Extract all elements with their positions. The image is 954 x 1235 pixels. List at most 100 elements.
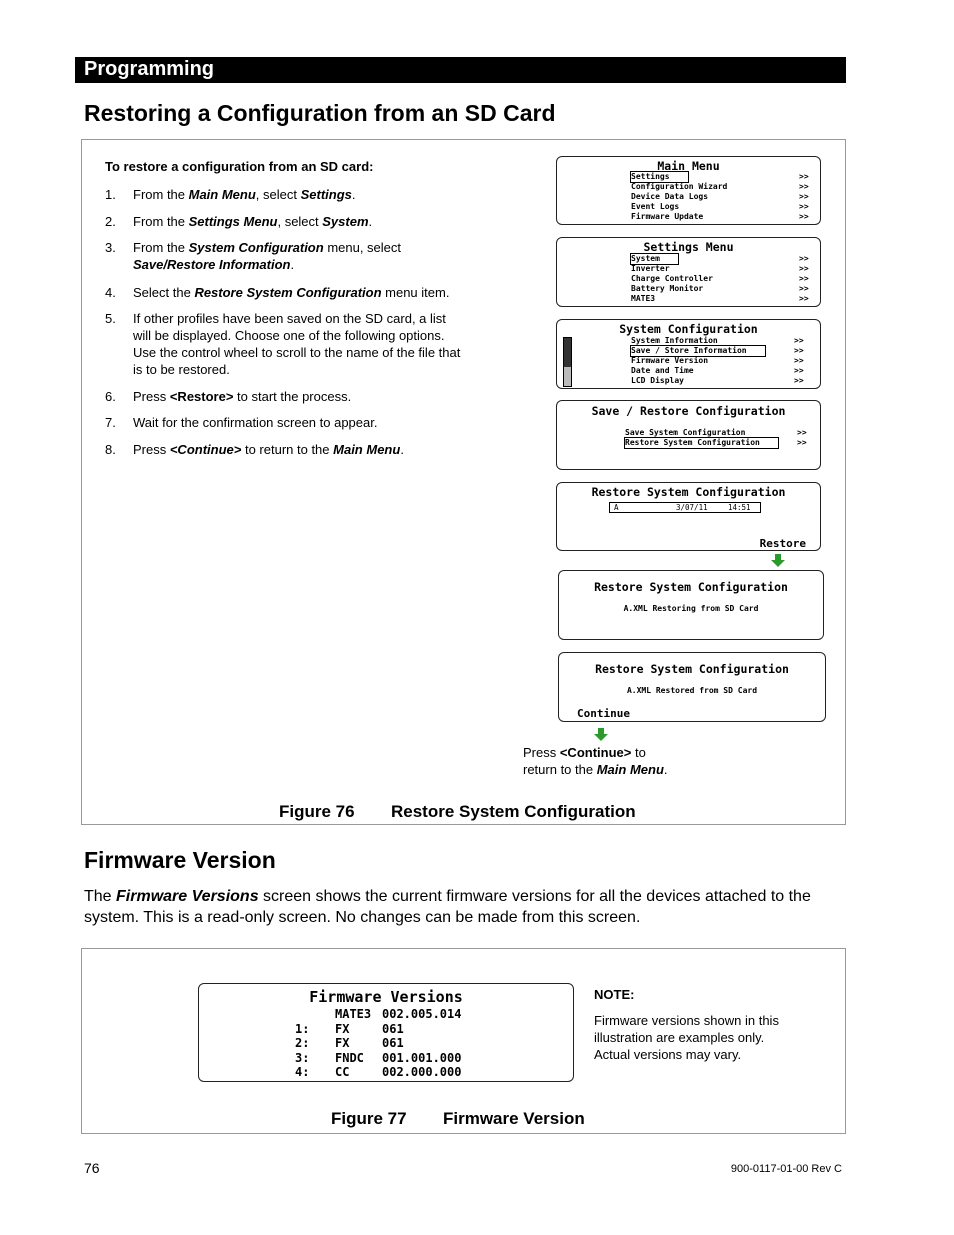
step-number: 7. <box>105 415 116 430</box>
step-number: 2. <box>105 214 116 229</box>
step-number: 8. <box>105 442 116 457</box>
firmware-paragraph: The Firmware Versions screen shows the c… <box>84 886 844 928</box>
lcd-title: Restore System Configuration <box>591 485 786 499</box>
restored-message: A.XML Restored from SD Card <box>626 686 758 695</box>
step-number: 6. <box>105 389 116 404</box>
text: . <box>663 762 668 777</box>
lcd-main-menu: Main Menu Settings >> Configuration Wizard >… <box>556 156 821 225</box>
step-text-segment: menu item. <box>381 285 450 300</box>
chevron-right-icon: >> <box>799 182 809 191</box>
step-text: From the Main Menu, select Settings. <box>133 186 463 203</box>
menu-item[interactable]: Inverter <box>631 264 670 274</box>
text: return to the <box>523 762 597 777</box>
file-entry[interactable]: A 3/07/11 14:51 <box>609 502 761 513</box>
port-label: 2: <box>295 1036 310 1050</box>
menu-item[interactable]: Restore System Configuration <box>624 437 779 449</box>
chevron-right-icon: >> <box>797 428 807 437</box>
step-text-segment: Main Menu <box>333 442 401 457</box>
step-text-segment: Press <box>133 389 170 404</box>
step-text-segment: System Configuration <box>188 240 324 255</box>
step-text: From the Settings Menu, select System. <box>133 213 463 230</box>
device-name: MATE3 <box>335 1007 372 1021</box>
step-text-segment: Settings <box>300 187 352 202</box>
page-number: 76 <box>84 1160 100 1176</box>
chevron-right-icon: >> <box>799 212 809 221</box>
text: to <box>631 745 646 760</box>
menu-item[interactable]: LCD Display <box>631 376 684 386</box>
menu-item[interactable]: System <box>630 253 679 265</box>
lcd-restoring: Restore System Configuration A.XML Resto… <box>558 570 824 640</box>
file-name: A <box>614 503 619 512</box>
step-number: 5. <box>105 311 116 326</box>
lcd-restore-select: Restore System Configuration A 3/07/11 1… <box>556 482 821 551</box>
menu-item[interactable]: Firmware Update <box>631 212 703 222</box>
figure-76-label: Figure 76 <box>279 802 355 821</box>
menu-item[interactable]: System Information <box>631 336 718 346</box>
lcd-title: Restore System Configuration <box>594 580 788 594</box>
chevron-right-icon: >> <box>799 264 809 273</box>
device-name: FX <box>335 1036 350 1050</box>
lcd-save-restore: Save / Restore Configuration Save System … <box>556 400 821 470</box>
chevron-right-icon: >> <box>799 172 809 181</box>
text: <Continue> <box>559 745 632 760</box>
chevron-right-icon: >> <box>794 336 804 345</box>
lcd-restored: Restore System Configuration A.XML Resto… <box>558 652 826 722</box>
chevron-right-icon: >> <box>794 356 804 365</box>
menu-item[interactable]: Event Logs <box>631 202 679 212</box>
step-text-segment: <Restore> <box>169 389 234 404</box>
menu-item[interactable]: Settings <box>630 171 689 183</box>
text: Firmware Versions <box>116 888 259 905</box>
file-time: 14:51 <box>728 503 751 512</box>
port-label: 1: <box>295 1021 310 1036</box>
step-text-segment: , select <box>277 214 323 229</box>
restore-heading: Restoring a Configuration from an SD Car… <box>84 100 556 126</box>
port-label: 3: <box>295 1050 310 1065</box>
firmware-version: 061 <box>382 1036 404 1050</box>
figure-77-title: Firmware Version <box>443 1109 585 1128</box>
chevron-right-icon: >> <box>794 346 804 355</box>
firmware-version: 001.001.000 <box>382 1050 462 1065</box>
section-header-bar: Programming <box>75 57 846 83</box>
note-label: NOTE: <box>594 987 635 1002</box>
text: Main Menu <box>596 762 664 777</box>
document-number: 900-0117-01-00 Rev C <box>730 1163 842 1175</box>
section-title: Programming <box>84 58 215 80</box>
lcd-title: Firmware Versions <box>309 988 463 1006</box>
continue-softkey[interactable]: Continue <box>577 707 630 720</box>
menu-item[interactable]: Save / Store Information <box>630 345 766 357</box>
restoring-message: A.XML Restoring from SD Card <box>623 604 759 613</box>
step-text-segment: to start the process. <box>233 389 352 404</box>
step-text-segment: Save/Restore Information <box>133 257 291 272</box>
step-text-segment: From the <box>133 187 189 202</box>
note-line: Actual versions may vary. <box>594 1047 742 1062</box>
menu-item[interactable]: Date and Time <box>631 366 694 376</box>
note-line: Firmware versions shown in this <box>594 1013 779 1028</box>
menu-item[interactable]: MATE3 <box>631 294 655 304</box>
chevron-right-icon: >> <box>794 366 804 375</box>
lcd-firmware-versions: Firmware Versions MATE3 002.005.014 1: FX 06… <box>198 983 574 1082</box>
step-text-segment: Settings Menu <box>188 214 278 229</box>
device-name: FNDC <box>335 1050 364 1065</box>
step-text-segment: System <box>322 214 369 229</box>
chevron-right-icon: >> <box>799 192 809 201</box>
lcd-title: Save / Restore Configuration <box>591 404 786 418</box>
lcd-settings-menu: Settings Menu System >> Inverter >> Charge Co… <box>556 237 821 307</box>
menu-item[interactable]: Device Data Logs <box>631 192 708 202</box>
restore-softkey[interactable]: Restore <box>760 537 806 550</box>
menu-item[interactable]: Charge Controller <box>631 274 713 284</box>
menu-item[interactable]: Save System Configuration <box>625 428 745 438</box>
lcd-title: Settings Menu <box>643 240 734 254</box>
firmware-version: 061 <box>382 1021 404 1036</box>
port-label: 4: <box>295 1065 310 1079</box>
menu-item[interactable]: Firmware Version <box>631 356 708 366</box>
step-text-segment: <Continue> <box>169 442 242 457</box>
firmware-version: 002.000.000 <box>382 1065 462 1079</box>
step-number: 3. <box>105 240 116 255</box>
menu-item[interactable]: Battery Monitor <box>631 284 703 294</box>
step-text-segment: Main Menu <box>188 187 256 202</box>
lcd-title: Restore System Configuration <box>595 662 789 676</box>
step-text-segment: . <box>290 257 295 272</box>
device-name: CC <box>335 1065 350 1079</box>
menu-item[interactable]: Configuration Wizard <box>631 182 727 192</box>
page: Programming Restoring a Configuration fr… <box>0 0 954 1235</box>
